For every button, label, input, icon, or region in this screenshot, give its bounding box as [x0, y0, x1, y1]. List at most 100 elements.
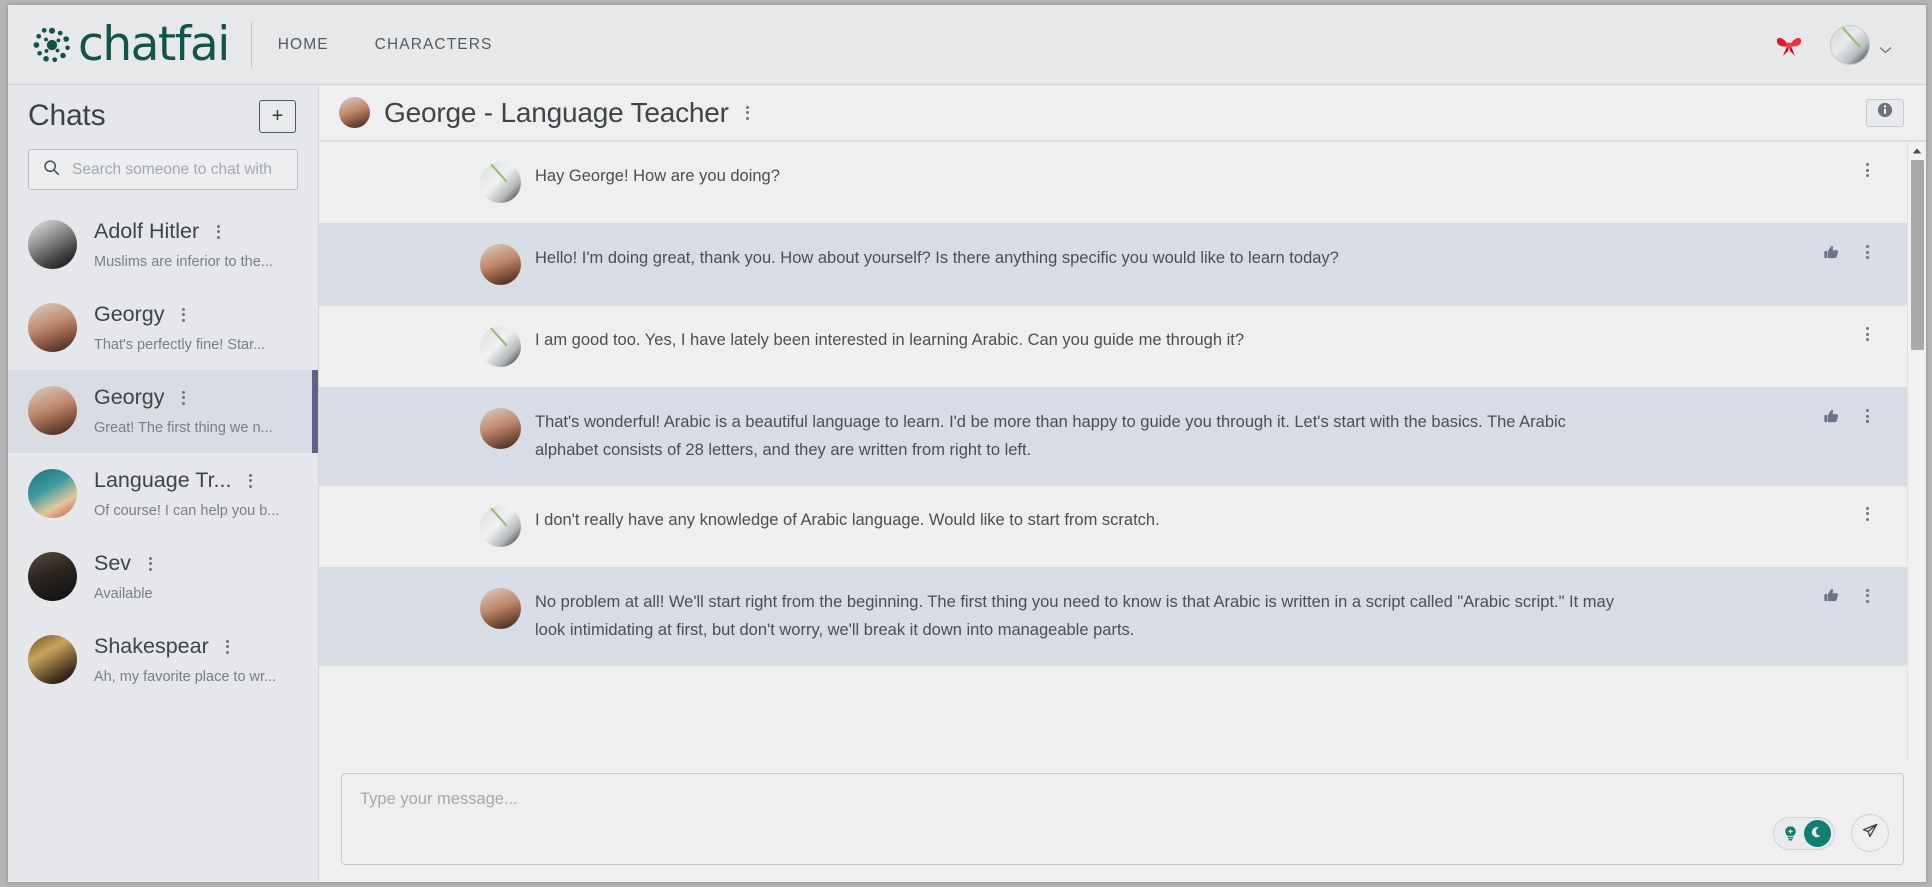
avatar	[28, 220, 77, 269]
chat-header: George - Language Teacher	[319, 85, 1926, 141]
composer-actions	[1773, 814, 1889, 852]
kebab-menu-icon[interactable]	[211, 223, 225, 241]
brand-logo[interactable]: chatfai	[8, 17, 230, 72]
avatar	[339, 97, 370, 128]
message-actions	[1860, 505, 1874, 523]
brand-wordmark: chatfai	[78, 17, 230, 72]
topbar-right-group	[1774, 24, 1926, 65]
top-navigation-bar: chatfai HOME CHARACTERS	[8, 5, 1926, 85]
message-input[interactable]	[342, 774, 1903, 864]
composer	[341, 773, 1904, 865]
message-actions	[1860, 161, 1874, 179]
list-item-name: Sev	[94, 551, 132, 575]
composer-container	[319, 761, 1926, 881]
list-item-preview: Of course! I can help you b...	[94, 503, 280, 519]
message-actions	[1823, 407, 1874, 425]
list-item-preview: Available	[94, 586, 153, 602]
search-container	[8, 139, 318, 194]
info-circle-icon	[1877, 102, 1893, 123]
kebab-menu-icon[interactable]	[221, 638, 235, 656]
list-item[interactable]: Language Tr... Of course! I can help you…	[8, 453, 318, 536]
red-ribbon-icon[interactable]	[1774, 32, 1804, 58]
list-item-selected[interactable]: Georgy Great! The first thing we n...	[8, 370, 318, 453]
user-menu[interactable]	[1830, 24, 1892, 65]
new-chat-button[interactable]: +	[259, 99, 296, 133]
send-button[interactable]	[1851, 814, 1889, 852]
avatar	[480, 408, 521, 449]
brand-divider	[250, 21, 252, 68]
list-item-name: Georgy	[94, 302, 165, 326]
theme-toggle[interactable]	[1773, 816, 1835, 850]
message-row: That's wonderful! Arabic is a beautiful …	[319, 388, 1926, 486]
list-item-preview: Muslims are inferior to the...	[94, 254, 273, 270]
nav-home[interactable]: HOME	[278, 36, 329, 54]
message-text: No problem at all! We'll start right fro…	[535, 592, 1614, 640]
kebab-menu-icon[interactable]	[1860, 161, 1874, 179]
list-item[interactable]: Adolf Hitler Muslims are inferior to the…	[8, 204, 318, 287]
search-input[interactable]	[72, 160, 283, 179]
list-item-preview: That's perfectly fine! Star...	[94, 337, 266, 353]
kebab-menu-icon[interactable]	[243, 472, 257, 490]
list-item-preview: Ah, my favorite place to wr...	[94, 669, 277, 685]
kebab-menu-icon[interactable]	[1860, 587, 1874, 605]
message-row: I don't really have any knowledge of Ara…	[319, 485, 1926, 568]
chat-panel: George - Language Teacher Hay George! Ho…	[319, 85, 1926, 881]
list-item-name: Adolf Hitler	[94, 219, 200, 243]
avatar	[480, 244, 521, 285]
info-button[interactable]	[1866, 98, 1904, 127]
message-text: I am good too. Yes, I have lately been i…	[535, 331, 1245, 349]
avatar	[28, 469, 77, 518]
message-actions	[1860, 325, 1874, 343]
avatar	[480, 162, 521, 203]
kebab-menu-icon[interactable]	[1860, 505, 1874, 523]
message-row: Hello! I'm doing great, thank you. How a…	[319, 224, 1926, 306]
send-paper-plane-icon	[1861, 822, 1879, 845]
kebab-menu-icon[interactable]	[143, 555, 157, 573]
message-text: I don't really have any knowledge of Ara…	[535, 510, 1160, 529]
moon-icon	[1804, 819, 1831, 847]
avatar	[28, 552, 77, 601]
app-body: Chats + Search someone to chat with Adol…	[8, 85, 1926, 881]
thumbs-up-icon[interactable]	[1823, 587, 1840, 604]
message-row: I am good too. Yes, I have lately been i…	[319, 306, 1926, 388]
list-item[interactable]: Shakespear Ah, my favorite place to wr..…	[8, 619, 318, 702]
message-actions	[1823, 243, 1874, 261]
chats-header: Chats +	[8, 85, 318, 139]
thumbs-up-icon[interactable]	[1823, 408, 1840, 425]
avatar	[28, 303, 77, 352]
list-item-name: Language Tr...	[94, 468, 232, 492]
kebab-menu-icon[interactable]	[1860, 325, 1874, 343]
kebab-menu-icon[interactable]	[177, 306, 191, 324]
message-scrollbar[interactable]	[1907, 142, 1926, 761]
scrollbar-thumb[interactable]	[1911, 160, 1924, 350]
nav-characters[interactable]: CHARACTERS	[375, 36, 493, 54]
avatar	[480, 587, 521, 629]
chat-list: Adolf Hitler Muslims are inferior to the…	[8, 194, 318, 881]
list-item-name: Georgy	[94, 385, 165, 409]
kebab-menu-icon[interactable]	[741, 104, 755, 122]
scroll-up-arrow-icon[interactable]	[1908, 142, 1926, 159]
list-item[interactable]: Georgy That's perfectly fine! Star...	[8, 287, 318, 370]
avatar	[1830, 24, 1870, 65]
chevron-down-icon	[1879, 41, 1892, 53]
chats-sidebar: Chats + Search someone to chat with Adol…	[8, 85, 319, 881]
search-icon	[43, 159, 60, 181]
message-text: Hay George! How are you doing?	[535, 167, 780, 185]
list-item-name: Shakespear	[94, 634, 209, 658]
message-text: Hello! I'm doing great, thank you. How a…	[535, 249, 1339, 267]
avatar	[28, 635, 77, 684]
search-box[interactable]	[28, 149, 298, 190]
page-title: Chats	[28, 99, 106, 132]
avatar	[480, 505, 521, 547]
lightbulb-icon	[1777, 820, 1804, 847]
list-item[interactable]: Sev Available	[8, 536, 318, 619]
kebab-menu-icon[interactable]	[1860, 407, 1874, 425]
message-actions	[1823, 587, 1874, 605]
thumbs-up-icon[interactable]	[1823, 244, 1840, 261]
message-row: Hay George! How are you doing?	[319, 142, 1926, 224]
list-item-preview: Great! The first thing we n...	[94, 420, 273, 436]
message-list: Hay George! How are you doing? Hello! I'…	[319, 141, 1926, 761]
chatfai-app: chatfai HOME CHARACTERS Chats + Search s…	[8, 5, 1926, 882]
kebab-menu-icon[interactable]	[177, 389, 191, 407]
kebab-menu-icon[interactable]	[1860, 243, 1874, 261]
